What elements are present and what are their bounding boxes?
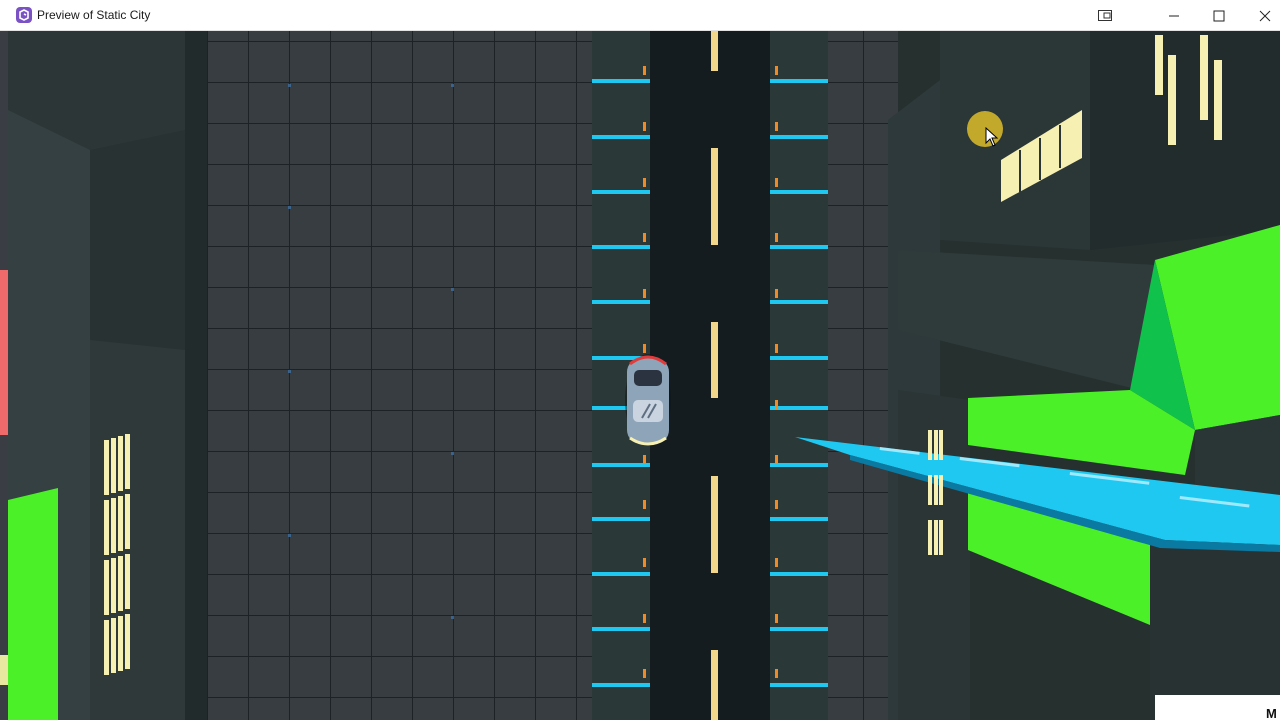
- overlay-corner-text: M: [1266, 706, 1277, 720]
- player-car[interactable]: [625, 354, 671, 446]
- curb-stud: [643, 669, 646, 678]
- sidewalk-right: [770, 31, 828, 720]
- close-icon[interactable]: [1242, 0, 1280, 31]
- curb-stud: [775, 669, 778, 678]
- curb-stud: [643, 233, 646, 242]
- curb-light: [770, 517, 828, 521]
- curb-stud: [775, 289, 778, 298]
- curb-stud: [775, 344, 778, 353]
- curb-stud: [775, 66, 778, 75]
- curb-light: [770, 356, 828, 360]
- curb-stud: [643, 66, 646, 75]
- curb-stud: [643, 289, 646, 298]
- minimize-icon[interactable]: [1151, 0, 1197, 31]
- curb-light: [592, 245, 650, 249]
- curb-stud: [643, 122, 646, 131]
- curb-light: [770, 135, 828, 139]
- curb-stud: [643, 455, 646, 464]
- curb-light: [592, 79, 650, 83]
- curb-light: [770, 683, 828, 687]
- curb-light: [592, 572, 650, 576]
- maximize-icon[interactable]: [1196, 0, 1242, 31]
- gamemaker-icon: [16, 7, 32, 23]
- curb-light: [770, 572, 828, 576]
- curb-light: [592, 683, 650, 687]
- curb-light: [770, 463, 828, 467]
- curb-light: [770, 190, 828, 194]
- curb-stud: [643, 178, 646, 187]
- curb-stud: [775, 558, 778, 567]
- curb-light: [770, 627, 828, 631]
- curb-light: [592, 300, 650, 304]
- mouse-pointer-icon: [985, 127, 999, 147]
- curb-light: [770, 300, 828, 304]
- background-editor-edge-yellow: [0, 655, 8, 685]
- curb-light: [592, 190, 650, 194]
- curb-stud: [775, 122, 778, 131]
- curb-light: [770, 406, 828, 410]
- curb-stud: [643, 558, 646, 567]
- curb-stud: [775, 500, 778, 509]
- curb-light: [770, 79, 828, 83]
- curb-light: [770, 245, 828, 249]
- curb-light: [592, 517, 650, 521]
- curb-stud: [643, 614, 646, 623]
- curb-stud: [775, 400, 778, 409]
- curb-stud: [643, 500, 646, 509]
- curb-stud: [775, 455, 778, 464]
- background-editor-edge-red: [0, 270, 8, 435]
- curb-stud: [775, 233, 778, 242]
- snap-layout-icon[interactable]: [1082, 0, 1128, 31]
- title-bar[interactable]: Preview of Static City: [0, 0, 1280, 31]
- curb-stud: [643, 344, 646, 353]
- curb-light: [592, 463, 650, 467]
- tile-plaza-right: [828, 31, 898, 720]
- building-left: [8, 31, 208, 720]
- game-viewport[interactable]: M: [8, 31, 1280, 720]
- curb-light: [592, 135, 650, 139]
- preview-window: Preview of Static City M: [0, 0, 1280, 720]
- curb-stud: [775, 614, 778, 623]
- curb-light: [592, 627, 650, 631]
- curb-stud: [775, 178, 778, 187]
- window-title: Preview of Static City: [37, 8, 151, 22]
- tile-plaza: [207, 31, 592, 720]
